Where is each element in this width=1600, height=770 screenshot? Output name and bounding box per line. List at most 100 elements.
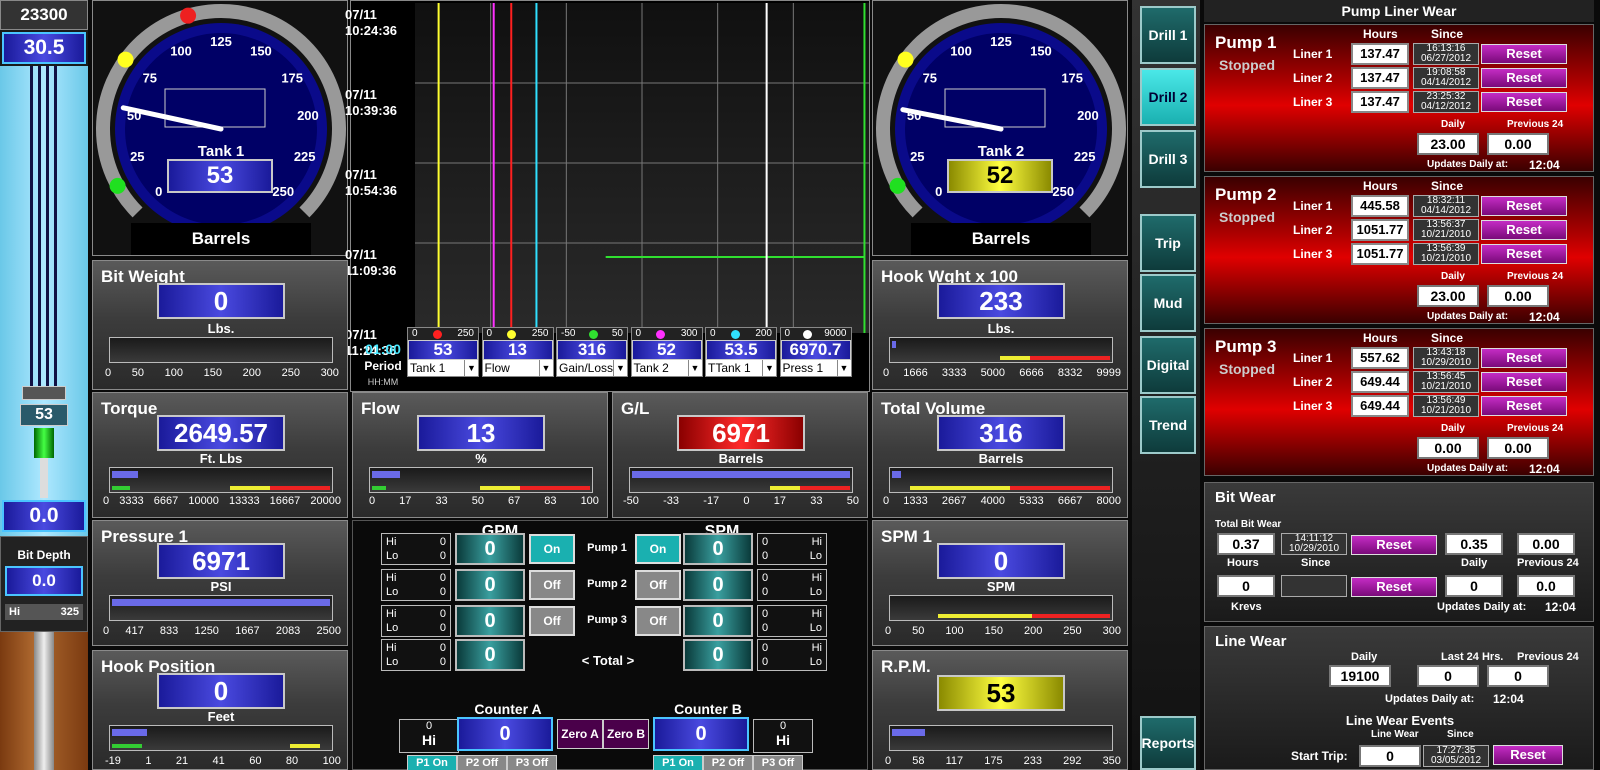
bit-since-label: Since: [1301, 557, 1331, 569]
chevron-down-icon[interactable]: ▼: [836, 360, 851, 376]
bit-weight-panel: Bit Weight 0 Lbs. 0 50 100 150 200 250 300: [92, 260, 348, 390]
scale-tick: 0: [369, 495, 376, 507]
traveling-block-icon: [22, 386, 66, 400]
nav-trend-button[interactable]: Trend: [1140, 396, 1196, 454]
scale-tick: 4000: [980, 495, 1006, 507]
krevs-reset-button[interactable]: Reset: [1351, 577, 1437, 597]
liner-reset-button[interactable]: Reset: [1481, 44, 1567, 64]
trace-select[interactable]: Tank 2 ▼: [631, 360, 702, 376]
gauge-tick-label: 0: [935, 184, 942, 199]
chevron-down-icon[interactable]: ▼: [687, 360, 702, 376]
pump3-liner-panel: Pump 3 Stopped Hours Since Liner 1 557.62 13:4…: [1204, 328, 1594, 476]
scale-tick: -50: [623, 495, 639, 507]
nav-reports-button[interactable]: Reports: [1140, 716, 1196, 770]
counter-a-p3-button[interactable]: P3 Off: [507, 755, 557, 770]
start-trip-reset-button[interactable]: Reset: [1493, 745, 1563, 765]
liner-reset-button[interactable]: Reset: [1481, 196, 1567, 216]
spm-toggle-2[interactable]: Off: [635, 606, 681, 636]
trace-max: 50: [611, 328, 623, 339]
trace-selector-4: 0 200 53.5 TTank 1 ▼: [705, 327, 777, 377]
counter-a-p1-button[interactable]: P1 On: [407, 755, 457, 770]
tank1-value: 53: [167, 159, 273, 193]
trace-select[interactable]: Gain/Loss ▼: [557, 360, 627, 376]
liner-reset-button[interactable]: Reset: [1481, 92, 1567, 112]
hours-label: Hours: [1363, 27, 1398, 41]
gauge-tick-label: 0: [155, 184, 162, 199]
trace-select[interactable]: Flow ▼: [482, 360, 553, 376]
period-label: Period: [364, 359, 402, 373]
counter-b-p1-button[interactable]: P1 On: [653, 755, 703, 770]
liner-reset-button[interactable]: Reset: [1481, 244, 1567, 264]
bit-wear-reset-button[interactable]: Reset: [1351, 535, 1437, 555]
trace-select[interactable]: Tank 1 ▼: [408, 360, 478, 376]
nav-trip-button[interactable]: Trip: [1140, 214, 1196, 272]
scale-tick: 0: [885, 625, 892, 637]
gl-scale: -50 -33 -17 0 17 33 50: [623, 495, 859, 507]
scale-tick: 175: [984, 755, 1003, 767]
zero-b-button[interactable]: Zero B: [603, 719, 649, 749]
limit-label: Hi: [811, 572, 822, 584]
updates-label: Updates Daily at:: [1427, 311, 1509, 322]
nav-digital-button[interactable]: Digital: [1140, 336, 1196, 394]
limit-label: Hi: [386, 572, 397, 584]
limit-value: 0: [439, 642, 446, 654]
counter-b-p3-button[interactable]: P3 Off: [753, 755, 803, 770]
scale-tick: 13333: [229, 495, 260, 507]
counter-a-hi-value: 0: [425, 720, 433, 732]
hook-weight-unit: Lbs.: [987, 321, 1015, 336]
trace-min: 0: [710, 328, 716, 339]
zero-a-button[interactable]: Zero A: [557, 719, 603, 749]
gpm-toggle-1[interactable]: Off: [529, 570, 575, 600]
block-value: 30.5: [2, 32, 86, 64]
limit-label: Lo: [386, 550, 399, 562]
chevron-down-icon[interactable]: ▼: [464, 360, 478, 376]
counter-a-p2-button[interactable]: P2 Off: [457, 755, 507, 770]
period-value[interactable]: 01:00: [353, 341, 413, 357]
chevron-down-icon[interactable]: ▼: [762, 360, 776, 376]
trace-select[interactable]: Press 1 ▼: [780, 360, 851, 376]
liner-reset-button[interactable]: Reset: [1481, 396, 1567, 416]
liner-reset-button[interactable]: Reset: [1481, 68, 1567, 88]
gauge-tick-label: 150: [250, 44, 272, 59]
spm1-title: SPM 1: [881, 527, 933, 546]
flow-title: Flow: [361, 399, 400, 418]
scale-tick: 250: [281, 367, 300, 379]
scale-tick: 10000: [188, 495, 219, 507]
liner-reset-button[interactable]: Reset: [1481, 220, 1567, 240]
liner-reset-button[interactable]: Reset: [1481, 348, 1567, 368]
counter-b-p2-button[interactable]: P2 Off: [703, 755, 753, 770]
pump-daily: 23.00: [1417, 285, 1479, 307]
swivel-icon: [34, 428, 54, 458]
pump-label-0: Pump 1: [587, 542, 627, 554]
nav-drill-1-button[interactable]: Drill 1: [1140, 6, 1196, 64]
start-trip-value: 0: [1359, 745, 1421, 767]
total-bit-wear-label: Total Bit Wear: [1215, 519, 1282, 530]
spm1-panel: SPM 1 0 SPM 0 50 100 150 200 250 300: [872, 520, 1128, 646]
spm-toggle-1[interactable]: Off: [635, 570, 681, 600]
gpm-toggle-2[interactable]: Off: [529, 606, 575, 636]
liner-reset-button[interactable]: Reset: [1481, 372, 1567, 392]
line-updates-label: Updates Daily at:: [1385, 693, 1475, 705]
spm-toggle-0[interactable]: On: [635, 534, 681, 564]
pump-name: Pump 3: [1215, 337, 1277, 356]
chevron-down-icon[interactable]: ▼: [613, 360, 627, 376]
tank1-dial: 0255075100125150175200225250: [96, 4, 346, 235]
prev-label: Previous 24: [1507, 119, 1564, 130]
nav-drill-2-button[interactable]: Drill 2: [1140, 68, 1196, 126]
start-trip-since: 17:27:35 03/05/2012: [1423, 745, 1489, 767]
update-time: 12:04: [1529, 158, 1560, 172]
level-fill: [632, 471, 850, 478]
krevs-daily: 0: [1445, 575, 1503, 597]
bit-wear-title: Bit Wear: [1215, 489, 1276, 506]
liner-hours: 445.58: [1351, 195, 1409, 217]
scale-tick: 17: [773, 495, 787, 507]
spm1-bar: [889, 595, 1113, 621]
chevron-down-icon[interactable]: ▼: [538, 360, 553, 376]
torque-title: Torque: [101, 399, 158, 418]
nav-drill-3-button[interactable]: Drill 3: [1140, 130, 1196, 188]
gpm-toggle-0[interactable]: On: [529, 534, 575, 564]
nav-mud-button[interactable]: Mud: [1140, 274, 1196, 332]
scale-tick: 250: [1063, 625, 1082, 637]
hook-position-value: 0: [157, 673, 285, 709]
trace-select[interactable]: TTank 1 ▼: [706, 360, 776, 376]
